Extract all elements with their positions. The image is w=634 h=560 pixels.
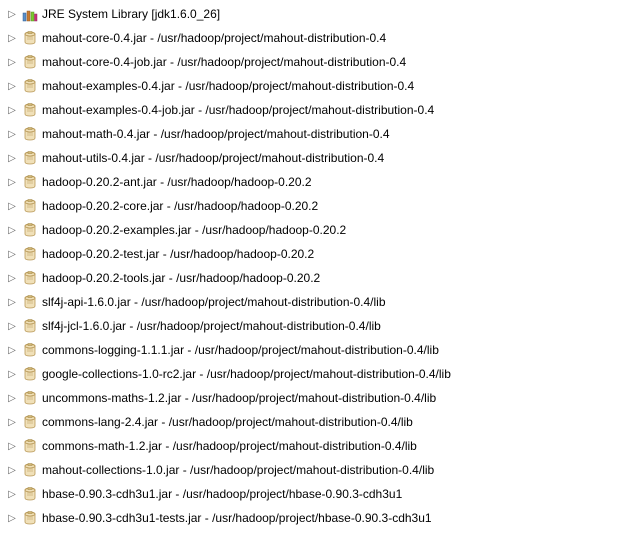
tree-item[interactable]: ▷ hbase-0.90.3-cdh3u1.jar - /usr/hadoop/p… xyxy=(2,482,632,506)
tree-item[interactable]: ▷ mahout-collections-1.0.jar - /usr/hadoo… xyxy=(2,458,632,482)
expand-arrow-icon[interactable]: ▷ xyxy=(6,488,18,500)
tree-item-label: hadoop-0.20.2-examples.jar - /usr/hadoop… xyxy=(42,223,346,237)
expand-arrow-icon[interactable]: ▷ xyxy=(6,200,18,212)
tree-item-label: hbase-0.90.3-cdh3u1-tests.jar - /usr/had… xyxy=(42,511,432,525)
tree-item-label: commons-math-1.2.jar - /usr/hadoop/proje… xyxy=(42,439,417,453)
jar-icon xyxy=(22,294,38,310)
tree-item-label: slf4j-jcl-1.6.0.jar - /usr/hadoop/projec… xyxy=(42,319,381,333)
expand-arrow-icon[interactable]: ▷ xyxy=(6,392,18,404)
tree-item[interactable]: ▷ commons-lang-2.4.jar - /usr/hadoop/proj… xyxy=(2,410,632,434)
tree-item-label: commons-lang-2.4.jar - /usr/hadoop/proje… xyxy=(42,415,413,429)
tree-item[interactable]: ▷ hadoop-0.20.2-tools.jar - /usr/hadoop/h… xyxy=(2,266,632,290)
tree-item-label: hbase-0.90.3-cdh3u1.jar - /usr/hadoop/pr… xyxy=(42,487,402,501)
tree-item-label: google-collections-1.0-rc2.jar - /usr/ha… xyxy=(42,367,451,381)
tree-item-label: mahout-math-0.4.jar - /usr/hadoop/projec… xyxy=(42,127,390,141)
tree-item[interactable]: ▷ mahout-core-0.4.jar - /usr/hadoop/proje… xyxy=(2,26,632,50)
tree-item[interactable]: ▷ hadoop-0.20.2-examples.jar - /usr/hadoo… xyxy=(2,218,632,242)
jar-icon xyxy=(22,126,38,142)
tree-item[interactable]: ▷ commons-math-1.2.jar - /usr/hadoop/proj… xyxy=(2,434,632,458)
tree-item-label: mahout-examples-0.4.jar - /usr/hadoop/pr… xyxy=(42,79,414,93)
expand-arrow-icon[interactable]: ▷ xyxy=(6,416,18,428)
jar-icon xyxy=(22,102,38,118)
expand-arrow-icon[interactable]: ▷ xyxy=(6,224,18,236)
tree-item[interactable]: ▷ google-collections-1.0-rc2.jar - /usr/h… xyxy=(2,362,632,386)
expand-arrow-icon[interactable]: ▷ xyxy=(6,248,18,260)
expand-arrow-icon[interactable]: ▷ xyxy=(6,296,18,308)
jar-icon xyxy=(22,366,38,382)
tree-item[interactable]: ▷ hadoop-0.20.2-ant.jar - /usr/hadoop/had… xyxy=(2,170,632,194)
jar-icon xyxy=(22,342,38,358)
expand-arrow-icon[interactable]: ▷ xyxy=(6,80,18,92)
package-explorer-tree: ▷ JRE System Library [jdk1.6.0_26] ▷ mahout… xyxy=(0,0,634,532)
jar-icon xyxy=(22,246,38,262)
tree-item[interactable]: ▷ mahout-core-0.4-job.jar - /usr/hadoop/p… xyxy=(2,50,632,74)
tree-item-label: hadoop-0.20.2-tools.jar - /usr/hadoop/ha… xyxy=(42,271,320,285)
tree-item[interactable]: ▷ slf4j-api-1.6.0.jar - /usr/hadoop/proje… xyxy=(2,290,632,314)
tree-item-label: mahout-examples-0.4-job.jar - /usr/hadoo… xyxy=(42,103,434,117)
tree-item[interactable]: ▷ hadoop-0.20.2-core.jar - /usr/hadoop/ha… xyxy=(2,194,632,218)
tree-item[interactable]: ▷ uncommons-maths-1.2.jar - /usr/hadoop/p… xyxy=(2,386,632,410)
tree-item-label: mahout-utils-0.4.jar - /usr/hadoop/proje… xyxy=(42,151,384,165)
jar-icon xyxy=(22,78,38,94)
jar-icon xyxy=(22,438,38,454)
expand-arrow-icon[interactable]: ▷ xyxy=(6,440,18,452)
expand-arrow-icon[interactable]: ▷ xyxy=(6,368,18,380)
jar-icon xyxy=(22,174,38,190)
tree-item-label: mahout-collections-1.0.jar - /usr/hadoop… xyxy=(42,463,434,477)
tree-item[interactable]: ▷ slf4j-jcl-1.6.0.jar - /usr/hadoop/proje… xyxy=(2,314,632,338)
expand-arrow-icon[interactable]: ▷ xyxy=(6,56,18,68)
tree-item-label: hadoop-0.20.2-test.jar - /usr/hadoop/had… xyxy=(42,247,314,261)
tree-item-label: slf4j-api-1.6.0.jar - /usr/hadoop/projec… xyxy=(42,295,386,309)
expand-arrow-icon[interactable]: ▷ xyxy=(6,320,18,332)
jar-icon xyxy=(22,198,38,214)
tree-item-label: JRE System Library [jdk1.6.0_26] xyxy=(42,7,220,21)
jar-icon xyxy=(22,510,38,526)
tree-item[interactable]: ▷ hadoop-0.20.2-test.jar - /usr/hadoop/ha… xyxy=(2,242,632,266)
jar-icon xyxy=(22,222,38,238)
jar-icon xyxy=(22,486,38,502)
tree-item-label: hadoop-0.20.2-ant.jar - /usr/hadoop/hado… xyxy=(42,175,312,189)
tree-item[interactable]: ▷ mahout-math-0.4.jar - /usr/hadoop/proje… xyxy=(2,122,632,146)
expand-arrow-icon[interactable]: ▷ xyxy=(6,104,18,116)
expand-arrow-icon[interactable]: ▷ xyxy=(6,272,18,284)
jar-icon xyxy=(22,150,38,166)
jar-icon xyxy=(22,414,38,430)
expand-arrow-icon[interactable]: ▷ xyxy=(6,8,18,20)
tree-item[interactable]: ▷ hbase-0.90.3-cdh3u1-tests.jar - /usr/ha… xyxy=(2,506,632,530)
tree-item[interactable]: ▷ mahout-examples-0.4.jar - /usr/hadoop/p… xyxy=(2,74,632,98)
expand-arrow-icon[interactable]: ▷ xyxy=(6,176,18,188)
jar-icon xyxy=(22,30,38,46)
tree-item[interactable]: ▷ JRE System Library [jdk1.6.0_26] xyxy=(2,2,632,26)
jar-icon xyxy=(22,270,38,286)
expand-arrow-icon[interactable]: ▷ xyxy=(6,128,18,140)
tree-item-label: commons-logging-1.1.1.jar - /usr/hadoop/… xyxy=(42,343,439,357)
tree-item[interactable]: ▷ mahout-examples-0.4-job.jar - /usr/hado… xyxy=(2,98,632,122)
expand-arrow-icon[interactable]: ▷ xyxy=(6,152,18,164)
jar-icon xyxy=(22,390,38,406)
tree-item[interactable]: ▷ commons-logging-1.1.1.jar - /usr/hadoop… xyxy=(2,338,632,362)
tree-item-label: mahout-core-0.4.jar - /usr/hadoop/projec… xyxy=(42,31,386,45)
tree-item-label: uncommons-maths-1.2.jar - /usr/hadoop/pr… xyxy=(42,391,436,405)
jar-icon xyxy=(22,462,38,478)
expand-arrow-icon[interactable]: ▷ xyxy=(6,344,18,356)
expand-arrow-icon[interactable]: ▷ xyxy=(6,464,18,476)
library-icon xyxy=(22,6,38,22)
expand-arrow-icon[interactable]: ▷ xyxy=(6,512,18,524)
expand-arrow-icon[interactable]: ▷ xyxy=(6,32,18,44)
jar-icon xyxy=(22,54,38,70)
jar-icon xyxy=(22,318,38,334)
tree-item-label: hadoop-0.20.2-core.jar - /usr/hadoop/had… xyxy=(42,199,318,213)
tree-item-label: mahout-core-0.4-job.jar - /usr/hadoop/pr… xyxy=(42,55,406,69)
tree-item[interactable]: ▷ mahout-utils-0.4.jar - /usr/hadoop/proj… xyxy=(2,146,632,170)
